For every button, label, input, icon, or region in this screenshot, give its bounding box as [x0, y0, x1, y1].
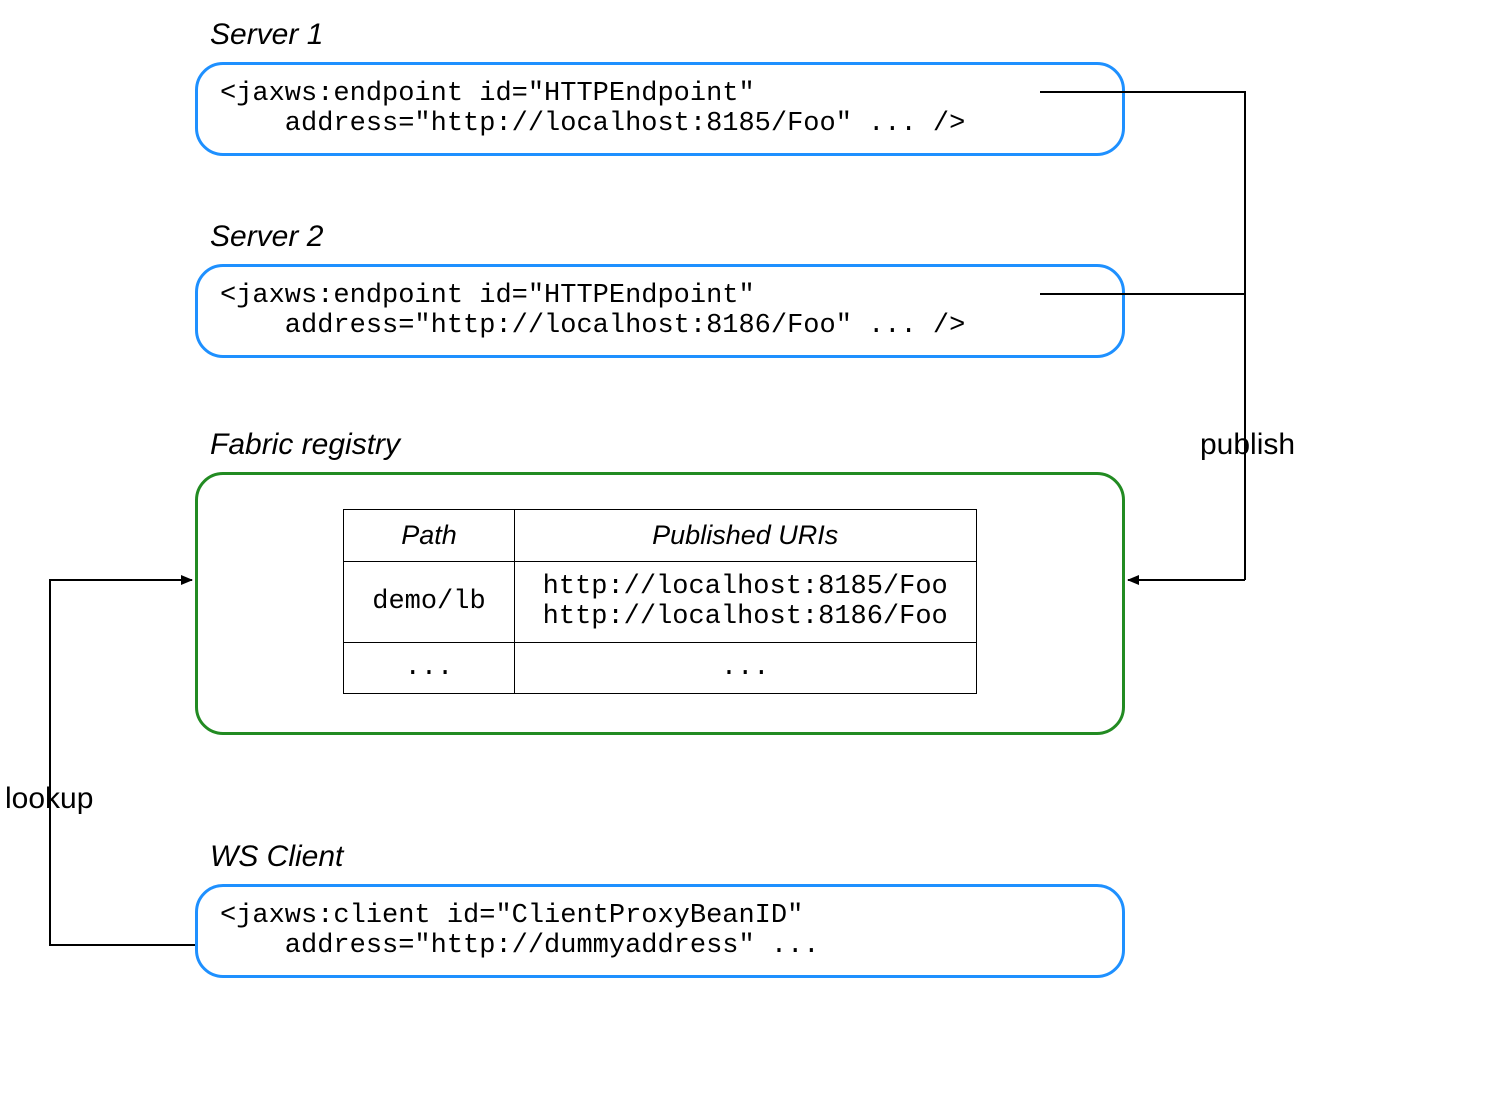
col-uris: Published URIs — [514, 510, 976, 562]
server1-code: <jaxws:endpoint id="HTTPEndpoint" addres… — [220, 79, 1100, 139]
server2-code: <jaxws:endpoint id="HTTPEndpoint" addres… — [220, 281, 1100, 341]
publish-label: publish — [1200, 428, 1295, 462]
registry-box: Path Published URIs demo/lb http://local… — [195, 472, 1125, 735]
cell-path: ... — [344, 643, 514, 694]
cell-uris: ... — [514, 643, 976, 694]
cell-path: demo/lb — [344, 562, 514, 643]
registry-label: Fabric registry — [210, 428, 400, 462]
table-row: demo/lb http://localhost:8185/Foo http:/… — [344, 562, 977, 643]
cell-uris: http://localhost:8185/Foo http://localho… — [514, 562, 976, 643]
table-header-row: Path Published URIs — [344, 510, 977, 562]
diagram-stage: Server 1 <jaxws:endpoint id="HTTPEndpoin… — [0, 10, 1488, 1098]
client-code: <jaxws:client id="ClientProxyBeanID" add… — [220, 901, 1100, 961]
server1-box: <jaxws:endpoint id="HTTPEndpoint" addres… — [195, 62, 1125, 156]
client-box: <jaxws:client id="ClientProxyBeanID" add… — [195, 884, 1125, 978]
client-label: WS Client — [210, 840, 343, 874]
col-path: Path — [344, 510, 514, 562]
server2-label: Server 2 — [210, 220, 323, 254]
server2-box: <jaxws:endpoint id="HTTPEndpoint" addres… — [195, 264, 1125, 358]
registry-table: Path Published URIs demo/lb http://local… — [343, 509, 977, 694]
lookup-label: lookup — [5, 782, 93, 816]
server1-label: Server 1 — [210, 18, 323, 52]
table-row: ... ... — [344, 643, 977, 694]
